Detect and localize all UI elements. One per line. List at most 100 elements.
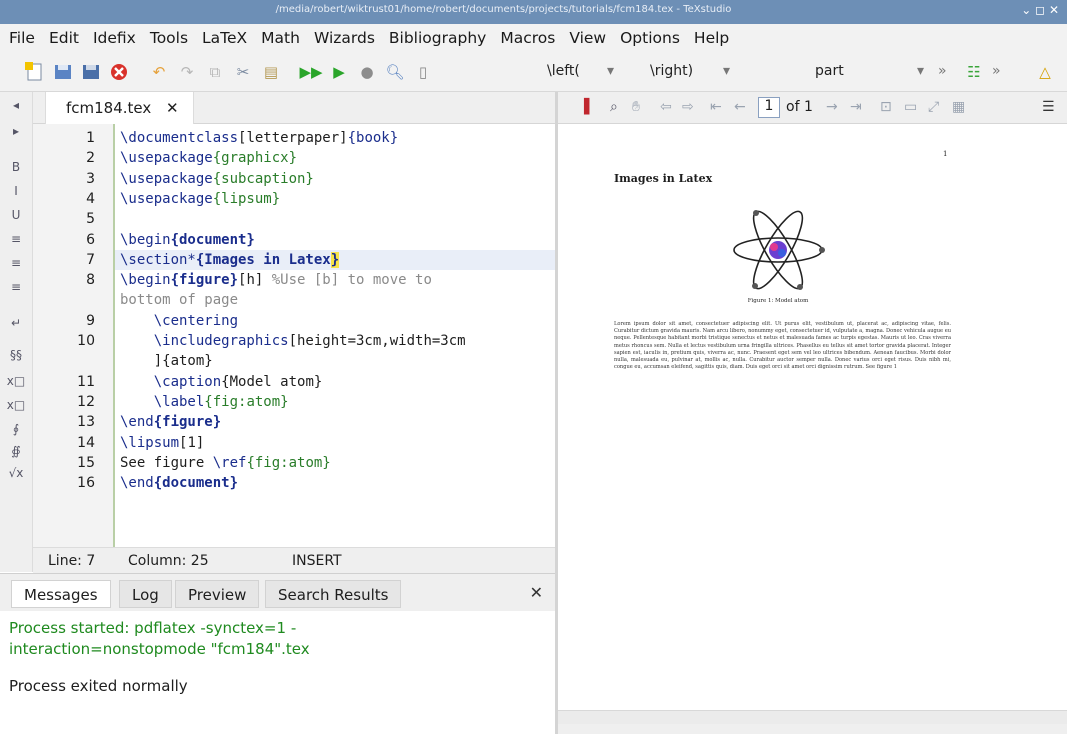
view-log-icon[interactable]: ▯ [412, 61, 434, 83]
menu-edit[interactable]: Edit [49, 29, 79, 47]
line-number: 13 [77, 414, 95, 431]
zoom-icon[interactable]: ⌕ [610, 99, 618, 115]
menu-tools[interactable]: Tools [150, 29, 188, 47]
code-line[interactable]: \begin{document} [120, 232, 255, 248]
menu-macros[interactable]: Macros [500, 29, 555, 47]
first-page-icon[interactable]: ⇤ [710, 99, 722, 115]
code-token: \lipsum [120, 434, 180, 451]
back-icon[interactable]: ⇦ [660, 99, 672, 115]
align-right-icon[interactable]: ≡ [6, 280, 26, 294]
undo-icon[interactable]: ↶ [148, 61, 170, 83]
hand-icon[interactable]: ✋︎ [632, 99, 640, 115]
horizontal-scrollbar[interactable] [558, 710, 1067, 724]
section-chevron-icon[interactable]: ▾ [917, 63, 924, 79]
table-icon[interactable]: ☷ [963, 61, 985, 83]
back-icon[interactable]: ◂ [6, 98, 26, 112]
right-delimiter-select[interactable]: \right) [650, 63, 693, 79]
menu-math[interactable]: Math [261, 29, 300, 47]
code-line[interactable]: \caption{Model atom} [120, 374, 323, 390]
close-panel-icon[interactable]: ✕ [530, 583, 543, 602]
window-controls[interactable]: ⌄ ◻ ✕ [1021, 3, 1059, 17]
save-icon[interactable] [52, 61, 74, 83]
copy-icon[interactable]: ⧉ [204, 61, 226, 83]
single-page-icon[interactable]: ⊡ [880, 99, 892, 115]
compile-icon[interactable]: ▶ [328, 61, 350, 83]
menu-file[interactable]: File [9, 29, 35, 47]
right-delimiter-chevron-icon[interactable]: ▾ [723, 63, 730, 79]
pdf-page[interactable]: 1 Images in Latex Figure 1: Model atom L… [558, 124, 1067, 710]
tab-search-results[interactable]: Search Results [265, 580, 402, 608]
section-select[interactable]: part [815, 63, 844, 79]
cut-icon[interactable]: ✂ [232, 61, 254, 83]
left-delimiter-chevron-icon[interactable]: ▾ [607, 63, 614, 79]
forward-icon[interactable]: ⇨ [682, 99, 694, 115]
align-center-icon[interactable]: ≡ [6, 256, 26, 270]
tab-fcm184[interactable]: fcm184.tex ✕ [45, 92, 194, 124]
close-tab-icon[interactable]: ✕ [166, 99, 179, 117]
process-exited: Process exited normally [9, 677, 188, 695]
menu-idefix[interactable]: Idefix [93, 29, 136, 47]
viewer-menu-icon[interactable]: ☰ [1042, 99, 1055, 115]
page-number-input[interactable]: 1 [758, 97, 780, 118]
code-line[interactable]: See figure \ref{fig:atom} [120, 455, 331, 471]
menu-latex[interactable]: LaTeX [202, 29, 247, 47]
double-integral-icon[interactable]: ∯ [6, 444, 26, 458]
next-page-icon[interactable]: → [826, 99, 838, 115]
code-line[interactable]: \usepackage{subcaption} [120, 171, 314, 187]
left-delimiter-select[interactable]: \left( [547, 63, 580, 79]
code-line[interactable]: \end{figure} [120, 414, 221, 430]
sqrt-icon[interactable]: √x [6, 466, 26, 480]
underline-icon[interactable]: U [6, 208, 26, 222]
menu-bibliography[interactable]: Bibliography [389, 29, 486, 47]
code-line[interactable]: \documentclass[letterpaper]{book} [120, 130, 398, 146]
code-line[interactable]: \centering [120, 313, 238, 329]
save-all-icon[interactable] [80, 61, 102, 83]
close-document-icon[interactable] [108, 61, 130, 83]
menu-options[interactable]: Options [620, 29, 680, 47]
warning-icon[interactable]: △ [1034, 61, 1056, 83]
code-line[interactable]: \usepackage{graphicx} [120, 150, 297, 166]
last-page-icon[interactable]: ⇥ [850, 99, 862, 115]
superscript-icon[interactable]: x□ [6, 398, 26, 412]
more-tools-icon-2[interactable]: » [992, 63, 1001, 79]
section-icon[interactable]: §§ [6, 348, 26, 362]
menu-view[interactable]: View [569, 29, 606, 47]
tab-preview[interactable]: Preview [175, 580, 260, 608]
newline-icon[interactable]: ↵ [6, 316, 26, 330]
code-line[interactable]: ]{atom} [120, 353, 213, 369]
process-started-line1: Process started: pdflatex -synctex=1 - [9, 619, 297, 637]
code-line[interactable]: \lipsum[1] [120, 435, 204, 451]
view-pdf-icon[interactable]: 🔍︎ [384, 61, 406, 83]
forward-icon[interactable]: ▸ [6, 124, 26, 138]
previous-page-icon[interactable]: ← [734, 99, 746, 115]
line-number-gutter: 1 2 3 4 5 6 7 8 9 10 11 12 13 14 15 16 [33, 124, 113, 547]
bold-icon[interactable]: B [6, 160, 26, 174]
code-line[interactable]: \section*{Images in Latex} [120, 251, 340, 268]
code-line[interactable]: \end{document} [120, 475, 238, 491]
integral-icon[interactable]: ∮ [6, 422, 26, 436]
tab-messages[interactable]: Messages [11, 580, 111, 608]
bookmark-icon[interactable]: ▌ [584, 99, 595, 115]
build-view-icon[interactable]: ▶▶ [299, 61, 322, 83]
tab-label: fcm184.tex [66, 99, 152, 117]
code-line[interactable]: \begin{figure}[h] %Use [b] to move to [120, 272, 432, 288]
tab-log[interactable]: Log [119, 580, 172, 608]
continuous-icon[interactable]: ▭ [904, 99, 917, 115]
code-line[interactable]: \label{fig:atom} [120, 394, 289, 410]
more-tools-icon[interactable]: » [938, 63, 947, 79]
code-line[interactable]: \usepackage{lipsum} [120, 191, 280, 207]
fit-width-icon[interactable]: ⤢ [928, 99, 939, 115]
align-left-icon[interactable]: ≡ [6, 232, 26, 246]
menu-help[interactable]: Help [694, 29, 729, 47]
stop-icon[interactable]: ● [356, 61, 378, 83]
redo-icon[interactable]: ↷ [176, 61, 198, 83]
menu-wizards[interactable]: Wizards [314, 29, 375, 47]
new-file-icon[interactable] [24, 61, 46, 83]
code-line[interactable]: bottom of page [120, 292, 238, 308]
grid-icon[interactable]: ▦ [952, 99, 965, 115]
code-editor[interactable]: \documentclass[letterpaper]{book} \usepac… [113, 124, 555, 547]
code-line[interactable]: \includegraphics[height=3cm,width=3cm [120, 333, 466, 349]
subscript-icon[interactable]: x□ [6, 374, 26, 388]
paste-icon[interactable]: ▤ [260, 61, 282, 83]
italic-icon[interactable]: I [6, 184, 26, 198]
